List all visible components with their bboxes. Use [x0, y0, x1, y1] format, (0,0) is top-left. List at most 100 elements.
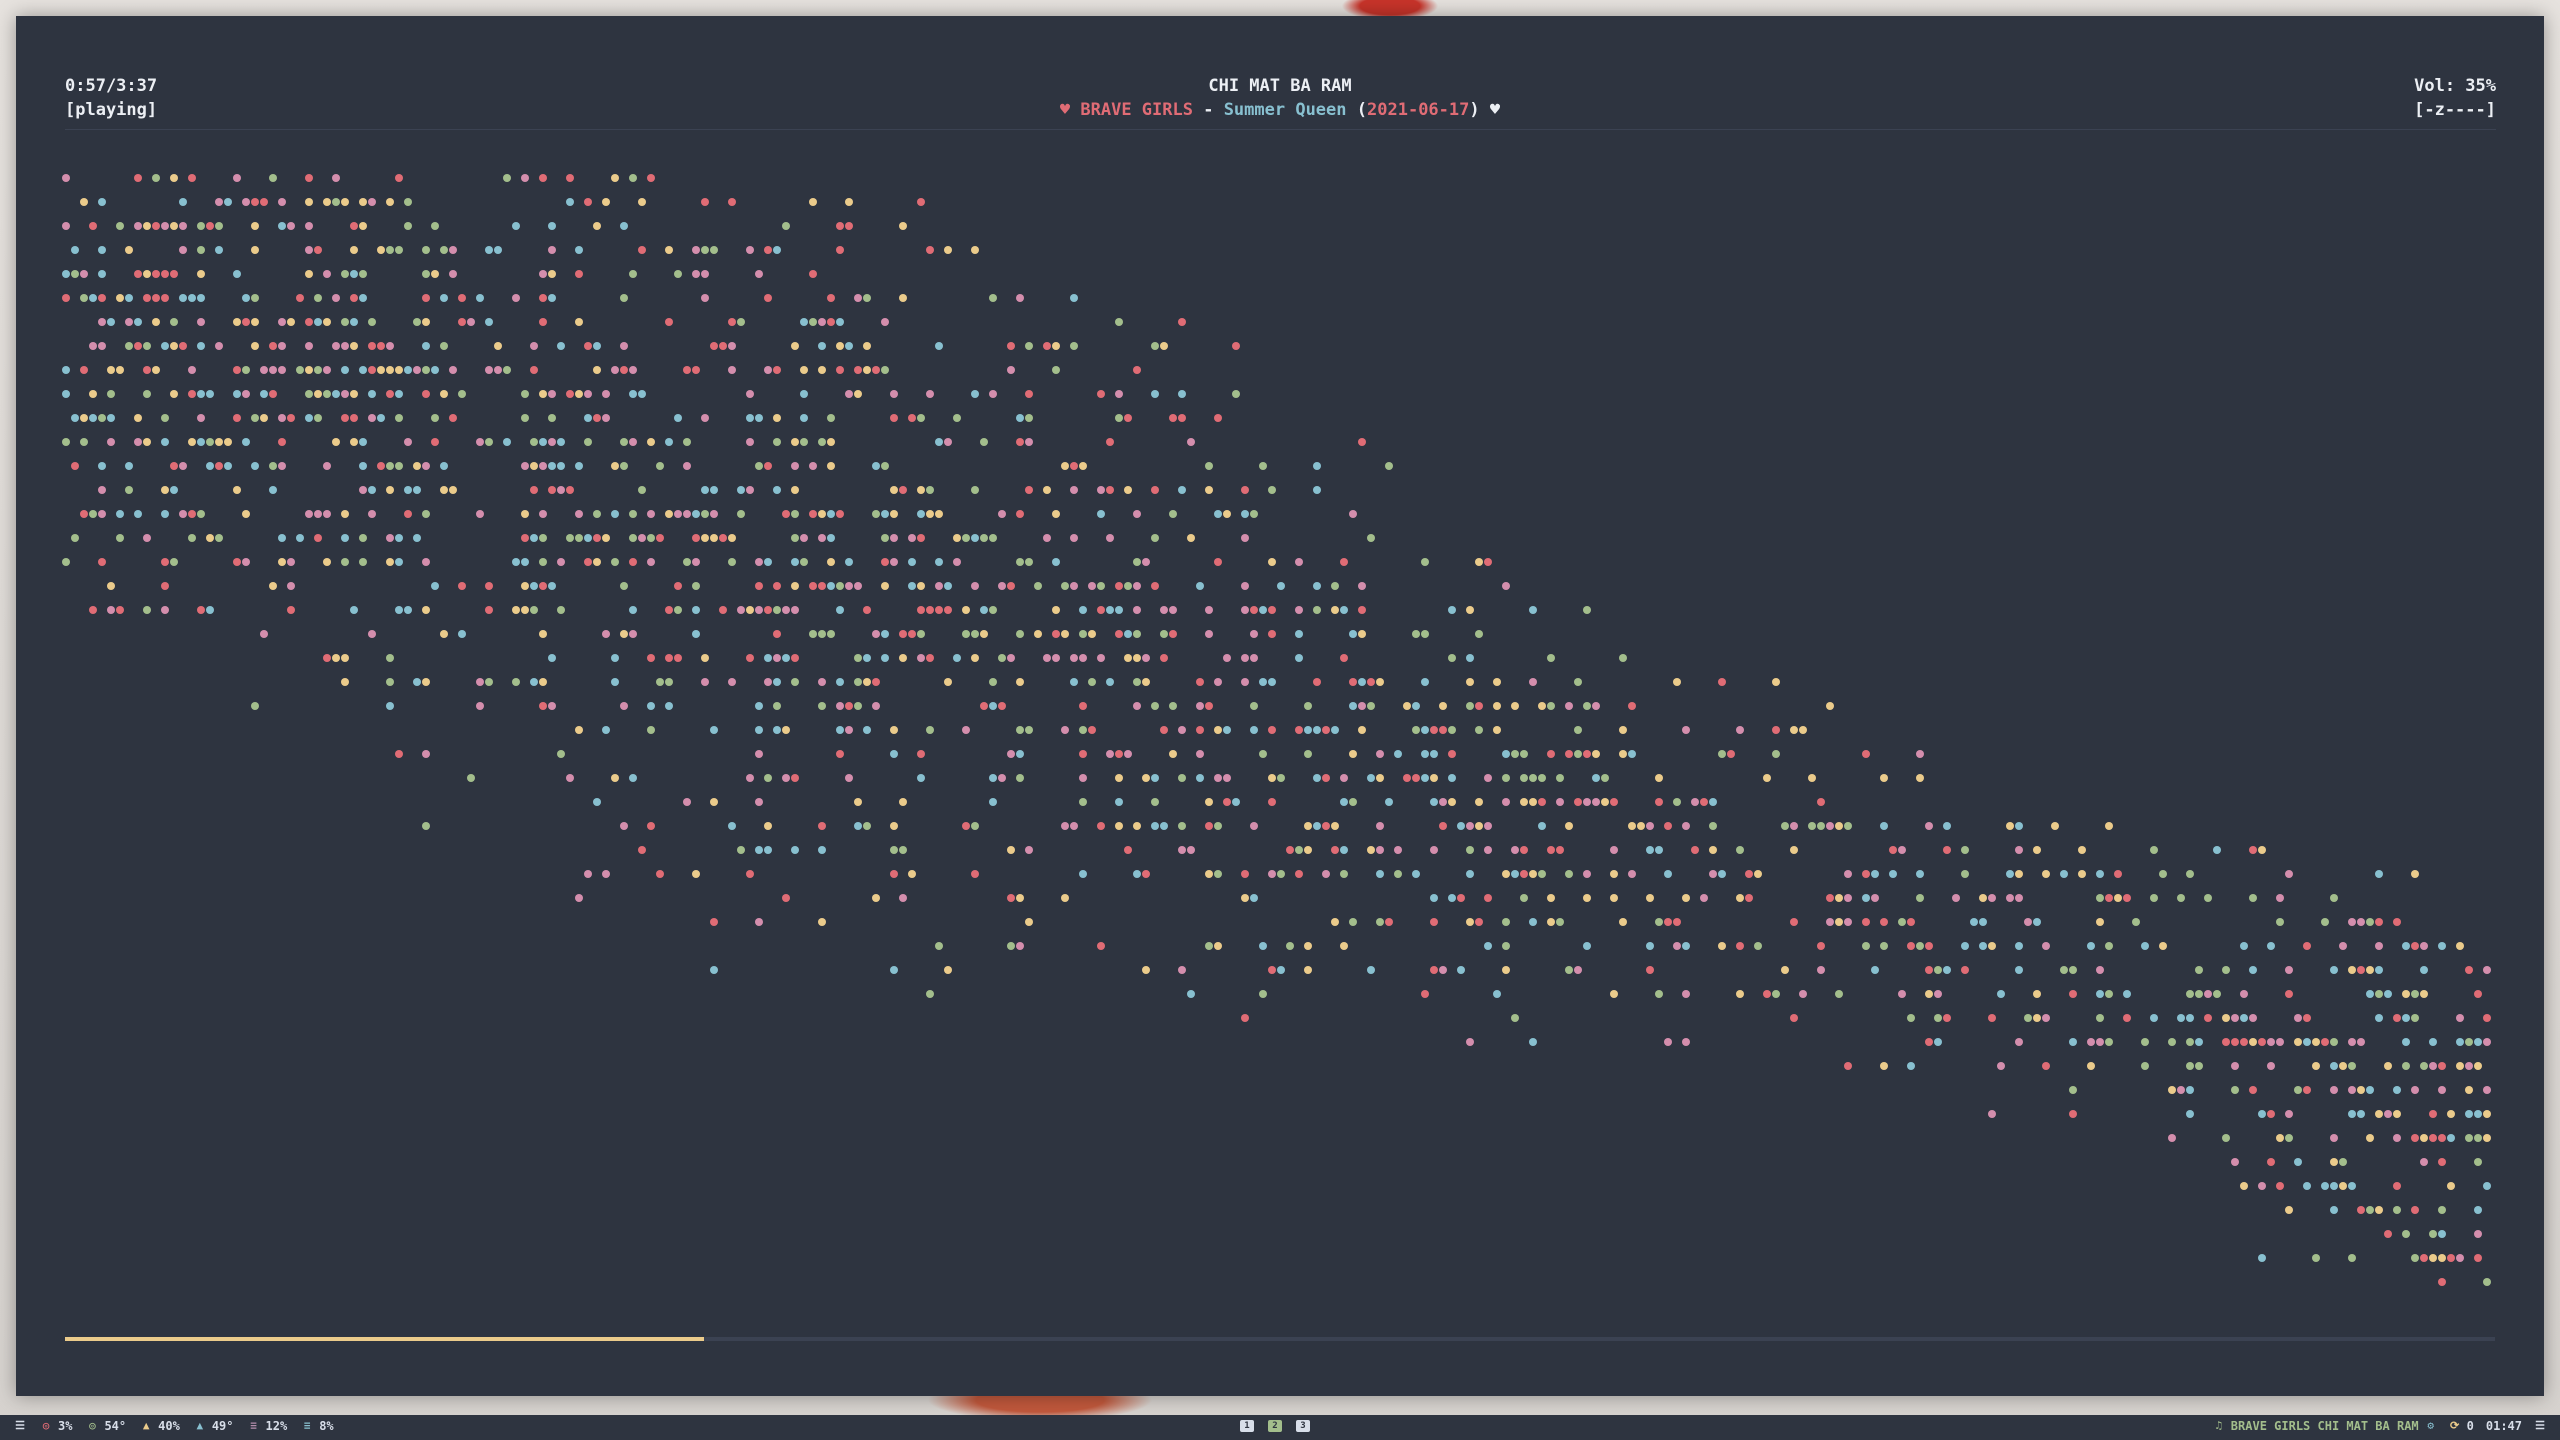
visualizer-dot [980, 606, 988, 614]
workspace-2[interactable]: 2 [1268, 1420, 1282, 1432]
visualizer-dot [620, 462, 628, 470]
progress-bar[interactable] [65, 1337, 2495, 1341]
visualizer-dot [1007, 342, 1015, 350]
menu-icon[interactable]: ☰ [14, 1420, 26, 1432]
visualizer-dot [1997, 1062, 2005, 1070]
visualizer-dot [62, 366, 70, 374]
visualizer-dot [611, 462, 619, 470]
visualizer-dot [521, 582, 529, 590]
visualizer-dot [890, 750, 898, 758]
visualizer-dot [2294, 1014, 2302, 1022]
visualizer-dot [971, 486, 979, 494]
visualizer-dot [1727, 750, 1735, 758]
visualizer-dot [1682, 1038, 1690, 1046]
visualizer-dot [251, 318, 259, 326]
visualizer-dot [2168, 1086, 2176, 1094]
visualizer-dot [1115, 774, 1123, 782]
visualizer-dot [134, 318, 142, 326]
visualizer-dot [2402, 1062, 2410, 1070]
visualizer-dot [602, 726, 610, 734]
visualizer-dot [602, 390, 610, 398]
visualizer-dot [2231, 1038, 2239, 1046]
visualizer-dot [755, 918, 763, 926]
visualizer-dot [1079, 798, 1087, 806]
visualizer-dot [899, 846, 907, 854]
visualizer-dot [71, 462, 79, 470]
disk-icon: ≡ [303, 1419, 311, 1432]
visualizer-dot [1313, 606, 1321, 614]
visualizer-dot [593, 510, 601, 518]
visualizer-dot [2366, 1206, 2374, 1214]
visualizer-dot [224, 198, 232, 206]
visualizer-dot [1196, 726, 1204, 734]
visualizer-dot [1466, 702, 1474, 710]
visualizer-dot [809, 198, 817, 206]
visualizer-dot [1988, 942, 1996, 950]
visualizer-dot [458, 294, 466, 302]
visualizer-dot [476, 294, 484, 302]
visualizer-dot [62, 438, 70, 446]
visualizer-dot [773, 726, 781, 734]
visualizer-dot [989, 798, 997, 806]
visualizer-dot [1943, 1014, 1951, 1022]
visualizer-dot [1916, 750, 1924, 758]
visualizer-dot [395, 246, 403, 254]
visualizer-dot [845, 342, 853, 350]
visualizer-dot [1520, 870, 1528, 878]
visualizer-dot [737, 846, 745, 854]
visualizer-dot [827, 558, 835, 566]
workspace-3[interactable]: 3 [1296, 1420, 1310, 1432]
visualizer-dot [890, 510, 898, 518]
visualizer-dot [1367, 702, 1375, 710]
visualizer-dot [935, 606, 943, 614]
visualizer-dot [1718, 870, 1726, 878]
visualizer-dot [1241, 678, 1249, 686]
visualizer-dot [647, 822, 655, 830]
visualizer-dot [1448, 750, 1456, 758]
visualizer-dot [710, 918, 718, 926]
visualizer-dot [197, 390, 205, 398]
visualizer-dot [620, 822, 628, 830]
tray-menu-icon[interactable]: ☰ [2534, 1420, 2546, 1432]
visualizer-dot [98, 294, 106, 302]
visualizer-dot [1610, 870, 1618, 878]
visualizer-dot [233, 318, 241, 326]
visualizer-dot [1601, 774, 1609, 782]
visualizer-dot [701, 534, 709, 542]
visualizer-dot [1412, 630, 1420, 638]
visualizer-dot [1169, 510, 1177, 518]
updates[interactable]: ⟳ 0 [2449, 1419, 2474, 1433]
visualizer-dot [854, 654, 862, 662]
visualizer-dot [1628, 702, 1636, 710]
visualizer-dot [1115, 606, 1123, 614]
visualizer-dot [2240, 1182, 2248, 1190]
visualizer-dot [278, 414, 286, 422]
visualizer-dot [1178, 414, 1186, 422]
visualizer-dot [2438, 1134, 2446, 1142]
visualizer-dot [1268, 606, 1276, 614]
visualizer-dot [62, 222, 70, 230]
visualizer-dot [1097, 606, 1105, 614]
visualizer-dot [629, 438, 637, 446]
visualizer-dot [1547, 654, 1555, 662]
visualizer-dot [1673, 798, 1681, 806]
workspace-1[interactable]: 1 [1240, 1420, 1254, 1432]
visualizer-dot [566, 534, 574, 542]
visualizer-dot [269, 174, 277, 182]
visualizer-dot [1196, 582, 1204, 590]
visualizer-dot [170, 486, 178, 494]
visualizer-dot [1763, 774, 1771, 782]
music-player-window[interactable]: 0:57/3:37 [playing] CHI MAT BA RAM ♥ BRA… [16, 16, 2544, 1396]
clock: 01:47 [2485, 1419, 2522, 1433]
visualizer-dot [1628, 870, 1636, 878]
visualizer-dot [2195, 990, 2203, 998]
visualizer-dot [1979, 894, 1987, 902]
audio-visualizer [62, 174, 2491, 1286]
now-playing[interactable]: ♫ BRAVE GIRLS CHI MAT BA RAM ⚙ [2213, 1419, 2437, 1433]
visualizer-dot [1718, 678, 1726, 686]
visualizer-dot [728, 822, 736, 830]
visualizer-dot [1133, 678, 1141, 686]
visualizer-dot [1142, 558, 1150, 566]
visualizer-dot [332, 654, 340, 662]
visualizer-dot [1835, 894, 1843, 902]
